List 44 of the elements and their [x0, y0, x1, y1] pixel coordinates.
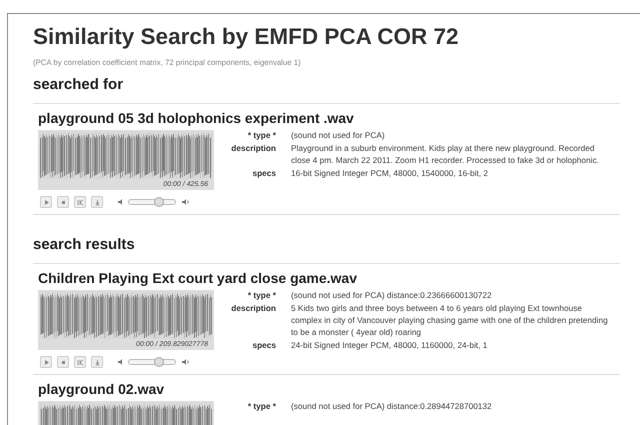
sound-title: playground 02.wav	[38, 381, 166, 398]
stop-icon	[60, 358, 66, 366]
volume-slider[interactable]	[128, 199, 176, 205]
skip-button[interactable]	[74, 196, 86, 208]
skip-back-icon	[76, 198, 84, 206]
page-title: Similarity Search by EMFD PCA COR 72	[33, 24, 460, 50]
volume-high-icon	[181, 198, 190, 206]
slider-thumb[interactable]	[154, 197, 164, 207]
field-label: description	[230, 142, 276, 155]
sound-title: playground 05 3d holophonics experiment .wav	[38, 110, 355, 127]
field-value: (sound not used for PCA) distance:0.23666600130722	[291, 289, 493, 301]
field-label: * type *	[246, 129, 276, 141]
field-value: 5 Kids two girls and three boys between 4 to 6 years old playing Ext townhouse complex in city of Vancouver playing chasing game with one of the children pretending to be a monster ( 4year old) roaring	[291, 302, 609, 338]
download-button[interactable]	[91, 196, 103, 208]
download-icon	[94, 198, 100, 206]
section-heading: searched for	[33, 76, 124, 94]
field-label: description	[230, 302, 276, 315]
skip-button[interactable]	[74, 356, 86, 368]
stop-button[interactable]	[57, 196, 69, 208]
field-value: (sound not used for PCA) distance:0.28944728700132	[291, 400, 493, 412]
volume-low-icon	[117, 198, 123, 206]
stop-icon	[60, 198, 66, 206]
sound-title: Children Playing Ext court yard close game.wav	[38, 270, 358, 287]
play-icon	[42, 198, 50, 206]
field-value: 16-bit Signed Integer PCM, 48000, 1540000, 16-bit, 2	[291, 167, 489, 179]
play-button[interactable]	[40, 356, 52, 368]
download-icon	[94, 358, 100, 366]
field-value: (sound not used for PCA)	[291, 129, 386, 141]
field-label: specs	[251, 167, 276, 179]
section-heading: search results	[33, 236, 136, 254]
stop-button[interactable]	[57, 356, 69, 368]
play-button[interactable]	[40, 196, 52, 208]
volume-low-icon	[117, 358, 123, 366]
volume-slider[interactable]	[128, 359, 176, 365]
download-button[interactable]	[91, 356, 103, 368]
volume-high-icon	[181, 358, 190, 366]
slider-thumb[interactable]	[154, 357, 164, 367]
field-label: * type *	[246, 400, 276, 412]
field-label: specs	[251, 339, 276, 351]
field-value: 24-bit Signed Integer PCM, 48000, 1160000, 24-bit, 1	[291, 339, 488, 351]
field-value: Playground in a suburb environment. Kids play at there new playground. Recorded close 4 pm. March 22 2011. Zoom H1 recorder. Processed to fake 3d or holophonic.	[291, 142, 600, 166]
skip-back-icon	[76, 358, 84, 366]
play-icon	[42, 358, 50, 366]
field-label: * type *	[246, 289, 276, 301]
